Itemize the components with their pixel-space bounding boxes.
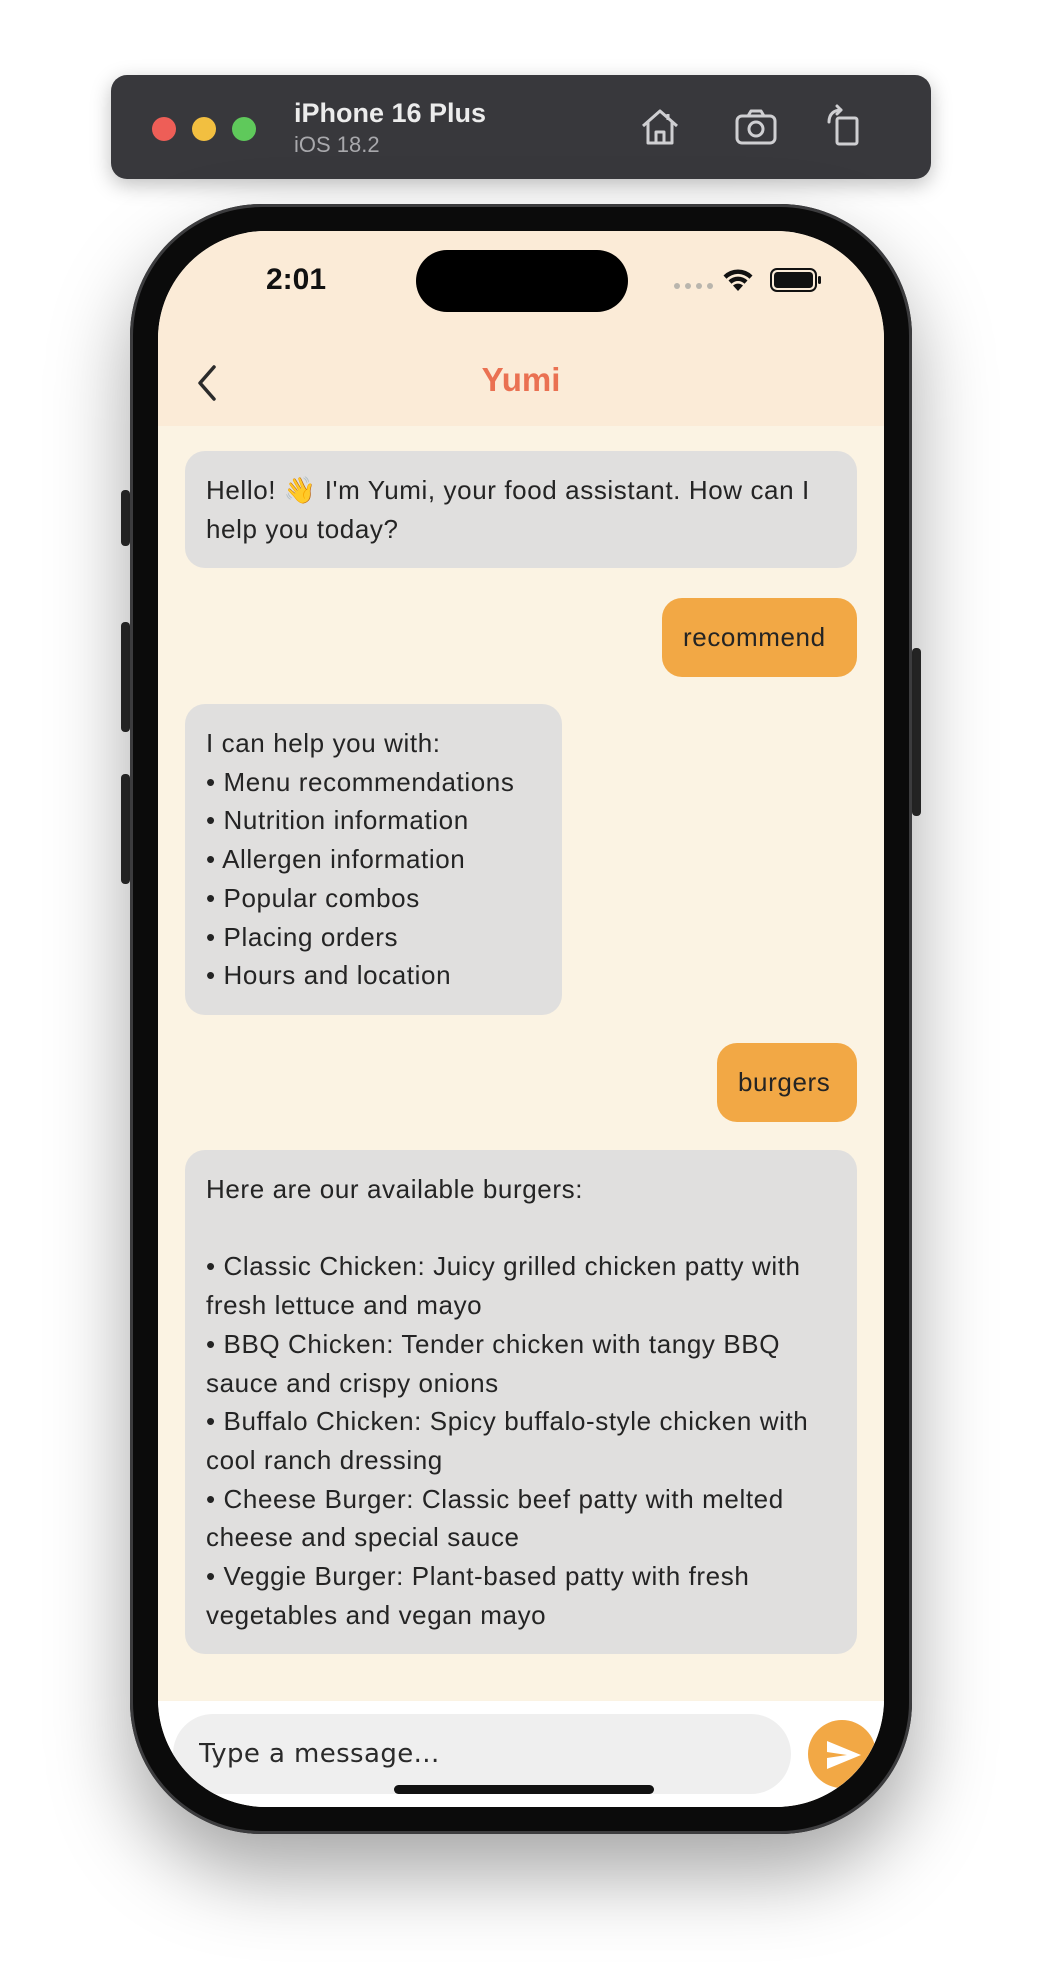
home-indicator [394,1785,654,1794]
message-input[interactable] [173,1714,791,1794]
send-icon [827,1741,861,1769]
chat-title: Yumi [481,361,561,398]
zoom-window-button[interactable] [232,117,256,141]
status-time: 2:01 [266,263,327,296]
cellular-signal-icon [674,283,713,289]
dynamic-island [416,250,628,312]
bot-message: I can help you with: • Menu recommendati… [185,704,562,1015]
os-version: iOS 18.2 [294,132,380,157]
power-button [912,648,921,816]
user-message: burgers [717,1043,857,1122]
volume-down-button [121,774,130,884]
volume-up-button [121,622,130,732]
minimize-window-button[interactable] [192,117,216,141]
bot-message: Hello! 👋 I'm Yumi, your food assistant. … [185,451,857,569]
close-window-button[interactable] [152,117,176,141]
device-name: iPhone 16 Plus [294,98,487,128]
user-message: recommend [662,598,857,677]
action-button [121,490,130,546]
wifi-icon [723,269,753,291]
home-icon[interactable] [637,104,683,150]
rotate-icon[interactable] [823,104,869,150]
bot-message: Here are our available burgers: • Classi… [185,1150,857,1655]
battery-icon [770,268,821,292]
send-button[interactable] [808,1720,876,1788]
screenshot-icon[interactable] [733,104,779,150]
phone-screen: 2:01 Yumi Hello! 👋 I'm Yumi, your food a… [158,231,884,1807]
